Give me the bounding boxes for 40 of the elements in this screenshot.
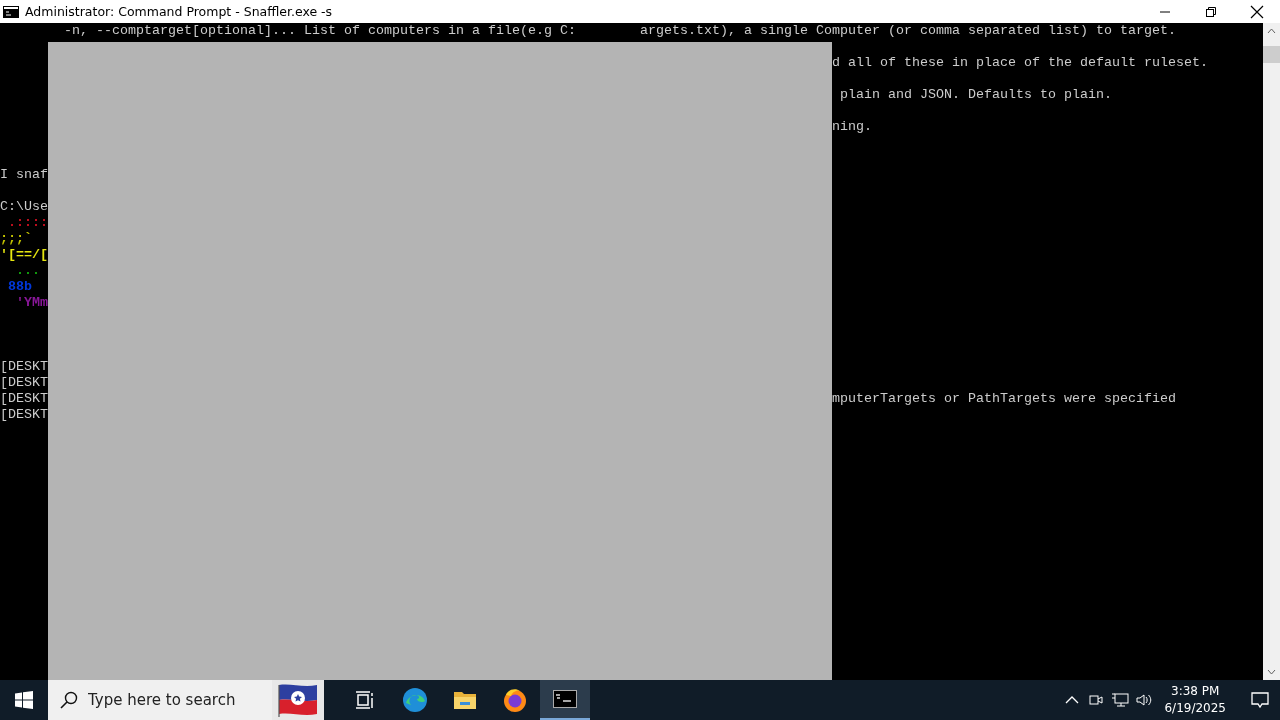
folder-icon — [453, 690, 477, 710]
console-text: I snaf — [0, 167, 48, 182]
console-text: plain and JSON. Defaults to plain. — [839, 87, 1112, 102]
speaker-icon[interactable] — [1135, 692, 1154, 708]
windows-logo-icon — [15, 691, 33, 709]
console-text: mputerTargets or PathTargets were specified — [832, 391, 1176, 406]
edge-icon — [402, 687, 428, 713]
console-text: ning. — [832, 119, 872, 134]
console-text: .:::: — [7, 215, 48, 230]
taskbar-app-button[interactable] — [540, 680, 590, 720]
terminal-icon — [553, 690, 577, 708]
console-text: 88b — [7, 279, 32, 294]
console-text: d all of these in place of the default ruleset. — [832, 55, 1208, 70]
search-field[interactable]: Type here to search — [48, 680, 272, 720]
console-text: argets.txt), a single Computer (or comma separated list) to target. — [640, 23, 1176, 38]
terminal-icon — [3, 5, 19, 18]
console-text: [DESKT — [0, 375, 48, 390]
console-text: [DESKT — [0, 407, 48, 422]
notification-icon[interactable] — [1251, 691, 1269, 709]
clock-date[interactable]: 6/19/2025 — [1164, 700, 1226, 717]
console-text: [DESKT — [0, 359, 48, 374]
console-text: 'YMm — [15, 295, 48, 310]
console-text: ... — [15, 263, 40, 278]
scrollbar-thumb[interactable] — [1263, 46, 1280, 63]
console-text: C:\Use — [0, 199, 48, 214]
console-text: '[==/[ — [0, 247, 48, 262]
flag-icon — [276, 683, 320, 717]
fox-globe-icon — [502, 687, 528, 713]
restore-icon — [1205, 5, 1217, 18]
clock-time[interactable]: 3:38 PM — [1171, 683, 1220, 700]
chevron-up-icon[interactable] — [1065, 696, 1080, 704]
task-view-icon — [355, 691, 375, 709]
window-title: Administrator: Command Prompt - Snaffler.exe -s — [25, 4, 334, 19]
close-icon — [1250, 4, 1264, 19]
console-text: -n, --comptarget[optional]... List of computers in a file(e.g C: — [64, 23, 576, 38]
search-icon — [60, 691, 78, 709]
network-icon[interactable] — [1111, 692, 1130, 708]
camera-icon[interactable] — [1088, 692, 1105, 708]
console-text: ;;;` — [0, 231, 32, 246]
console-text: [DESKT — [0, 391, 48, 406]
